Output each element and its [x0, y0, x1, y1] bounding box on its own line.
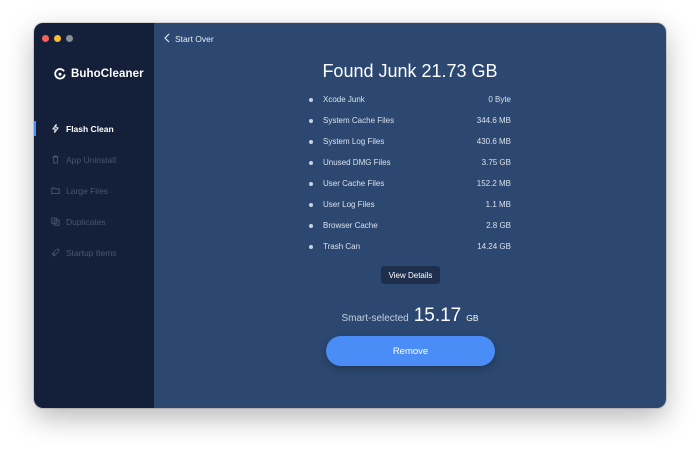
list-item: System Cache Files 344.6 MB: [309, 110, 511, 131]
junk-list: Xcode Junk 0 Byte System Cache Files 344…: [309, 89, 511, 257]
remove-button[interactable]: Remove: [326, 336, 495, 366]
junk-name: Trash Can: [323, 242, 361, 251]
list-item: User Cache Files 152.2 MB: [309, 173, 511, 194]
list-item: User Log Files 1.1 MB: [309, 194, 511, 215]
close-window-button[interactable]: [42, 35, 49, 42]
buho-logo-icon: [54, 68, 66, 80]
sidebar-item-duplicates[interactable]: Duplicates: [34, 206, 154, 237]
list-item: Xcode Junk 0 Byte: [309, 89, 511, 110]
rocket-icon: [51, 248, 60, 257]
smart-selected-unit: GB: [466, 313, 479, 323]
junk-size: 14.24 GB: [477, 242, 511, 251]
sidebar-item-flash-clean[interactable]: Flash Clean: [34, 113, 154, 144]
bullet-icon: [309, 244, 313, 249]
sidebar-item-label: Startup Items: [66, 247, 117, 258]
list-item: Trash Can 14.24 GB: [309, 236, 511, 257]
duplicate-icon: [51, 217, 60, 226]
list-item: System Log Files 430.6 MB: [309, 131, 511, 152]
sidebar: BuhoCleaner Flash Clean App Uninstall La…: [34, 23, 154, 408]
junk-name: Unused DMG Files: [323, 158, 391, 167]
trash-icon: [51, 155, 60, 164]
brand: BuhoCleaner: [54, 68, 144, 80]
folder-icon: [51, 186, 60, 195]
smart-selected-summary: Smart-selected 15.17 GB: [154, 305, 666, 327]
junk-size: 2.8 GB: [486, 221, 511, 230]
sidebar-nav: Flash Clean App Uninstall Large Files Du…: [34, 113, 154, 268]
junk-size: 344.6 MB: [476, 116, 511, 125]
bullet-icon: [309, 181, 313, 186]
bullet-icon: [309, 223, 313, 228]
sidebar-item-label: App Uninstall: [66, 154, 117, 165]
list-item: Browser Cache 2.8 GB: [309, 215, 511, 236]
smart-selected-value: 15.17: [413, 305, 462, 326]
sidebar-item-label: Flash Clean: [66, 123, 114, 134]
bullet-icon: [309, 139, 313, 144]
zoom-window-button[interactable]: [66, 35, 73, 42]
junk-size: 0 Byte: [488, 95, 511, 104]
sidebar-item-app-uninstall[interactable]: App Uninstall: [34, 144, 154, 175]
chevron-left-icon: [164, 33, 170, 45]
bullet-icon: [309, 118, 313, 123]
junk-name: Browser Cache: [323, 221, 378, 230]
sidebar-item-large-files[interactable]: Large Files: [34, 175, 154, 206]
junk-size: 430.6 MB: [476, 137, 511, 146]
junk-name: System Log Files: [323, 137, 385, 146]
minimize-window-button[interactable]: [54, 35, 61, 42]
junk-name: User Cache Files: [323, 179, 385, 188]
junk-size: 3.75 GB: [481, 158, 511, 167]
junk-name: User Log Files: [323, 200, 375, 209]
sidebar-item-startup-items[interactable]: Startup Items: [34, 237, 154, 268]
sidebar-item-label: Large Files: [66, 185, 109, 196]
page-title: Found Junk 21.73 GB: [322, 61, 498, 81]
junk-size: 1.1 MB: [485, 200, 511, 209]
app-window: BuhoCleaner Flash Clean App Uninstall La…: [34, 23, 666, 408]
lightning-icon: [51, 124, 60, 133]
bullet-icon: [309, 97, 313, 102]
start-over-label: Start Over: [175, 34, 214, 44]
app-name: BuhoCleaner: [71, 68, 144, 80]
smart-selected-label: Smart-selected: [341, 313, 409, 324]
window-controls: [42, 35, 73, 42]
bullet-icon: [309, 160, 313, 165]
bullet-icon: [309, 202, 313, 207]
start-over-button[interactable]: Start Over: [164, 33, 214, 45]
junk-size: 152.2 MB: [476, 179, 511, 188]
junk-name: System Cache Files: [323, 116, 395, 125]
sidebar-item-label: Duplicates: [66, 216, 106, 227]
junk-name: Xcode Junk: [323, 95, 365, 104]
view-details-button[interactable]: View Details: [381, 266, 440, 284]
main-panel: Start Over Found Junk 21.73 GB Xcode Jun…: [154, 23, 666, 408]
list-item: Unused DMG Files 3.75 GB: [309, 152, 511, 173]
